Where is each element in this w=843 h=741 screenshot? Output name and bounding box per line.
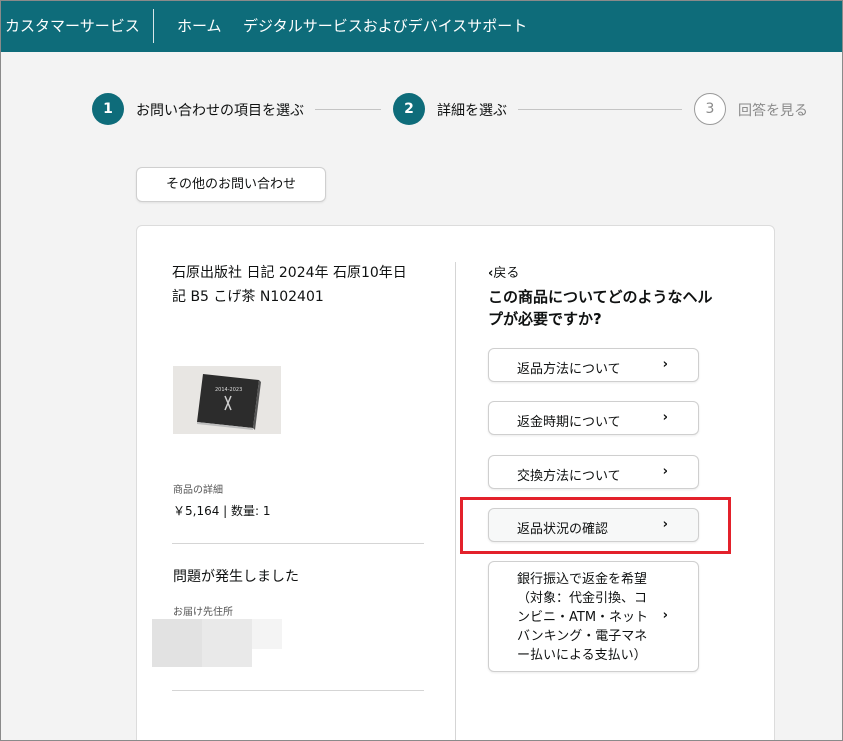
option-label-line: ンビニ・ATM・ネット bbox=[517, 610, 649, 625]
back-link[interactable]: ‹戻る bbox=[488, 262, 519, 281]
step-2-label: 詳細を選ぶ bbox=[437, 103, 507, 119]
address-redacted bbox=[252, 619, 282, 649]
chevron-right-icon: › bbox=[662, 608, 668, 623]
step-connector bbox=[315, 109, 381, 110]
address-redacted bbox=[202, 619, 252, 667]
step-2-circle: 2 bbox=[393, 93, 425, 125]
column-divider bbox=[455, 262, 456, 741]
brand-link[interactable]: カスタマーサービス bbox=[5, 15, 140, 36]
option-label: 銀行振込で返金を希望 （対象：代金引換、コ ンビニ・ATM・ネット バンキング・… bbox=[517, 570, 657, 665]
step-1-label: お問い合わせの項目を選ぶ bbox=[136, 103, 304, 119]
question-line: この商品についてどのようなヘル bbox=[488, 288, 713, 306]
option-label-line: ー払いによる支払い） bbox=[517, 648, 647, 663]
option-label: 返品方法について bbox=[517, 362, 621, 377]
help-question-heading: この商品についてどのようなヘル プが必要ですか? bbox=[488, 286, 738, 330]
nav-divider bbox=[153, 9, 154, 43]
option-refund-timing[interactable]: 返金時期について › bbox=[488, 401, 699, 435]
step-3-label: 回答を見る bbox=[738, 103, 808, 119]
option-label: 交換方法について bbox=[517, 469, 621, 484]
step-1-circle: 1 bbox=[92, 93, 124, 125]
step-3-circle: 3 bbox=[694, 93, 726, 125]
nav-device-support-link[interactable]: デジタルサービスおよびデバイスサポート bbox=[243, 15, 527, 36]
chevron-right-icon: › bbox=[662, 357, 668, 372]
chevron-right-icon: › bbox=[662, 410, 668, 425]
product-detail-label: 商品の詳細 bbox=[173, 485, 223, 496]
option-exchange-method[interactable]: 交換方法について › bbox=[488, 455, 699, 489]
option-label-line: （対象：代金引換、コ bbox=[517, 591, 648, 606]
product-title-line: 記 B5 こげ茶 N102401 bbox=[172, 289, 324, 305]
address-redacted bbox=[152, 619, 202, 667]
top-navigation-bar: カスタマーサービス ホーム デジタルサービスおよびデバイスサポート bbox=[0, 0, 843, 52]
product-image[interactable]: 2014-2023 bbox=[173, 366, 281, 434]
diary-book-icon: 2014-2023 bbox=[173, 366, 281, 434]
divider bbox=[172, 543, 424, 544]
option-return-method[interactable]: 返品方法について › bbox=[488, 348, 699, 382]
highlight-box bbox=[460, 497, 731, 554]
option-label-line: バンキング・電子マネ bbox=[517, 629, 648, 644]
problem-status-text: 問題が発生しました bbox=[173, 569, 299, 585]
address-label: お届け先住所 bbox=[173, 607, 233, 618]
divider bbox=[172, 690, 424, 691]
option-label-line: 銀行振込で返金を希望 bbox=[517, 572, 648, 587]
back-link-label: 戻る bbox=[493, 266, 520, 281]
question-line: プが必要ですか? bbox=[488, 310, 602, 328]
product-price-quantity: ￥5,164 | 数量: 1 bbox=[173, 504, 271, 518]
option-bank-transfer-refund[interactable]: 銀行振込で返金を希望 （対象：代金引換、コ ンビニ・ATM・ネット バンキング・… bbox=[488, 561, 699, 672]
option-label: 返金時期について bbox=[517, 415, 621, 430]
book-cover-text: 2014-2023 bbox=[215, 387, 242, 393]
chevron-right-icon: › bbox=[662, 464, 668, 479]
step-connector bbox=[518, 109, 682, 110]
product-title[interactable]: 石原出版社 日記 2024年 石原10年日 記 B5 こげ茶 N102401 bbox=[172, 261, 422, 309]
product-title-line: 石原出版社 日記 2024年 石原10年日 bbox=[172, 265, 407, 281]
nav-home-link[interactable]: ホーム bbox=[177, 15, 222, 36]
other-inquiry-button[interactable]: その他のお問い合わせ bbox=[136, 167, 326, 202]
